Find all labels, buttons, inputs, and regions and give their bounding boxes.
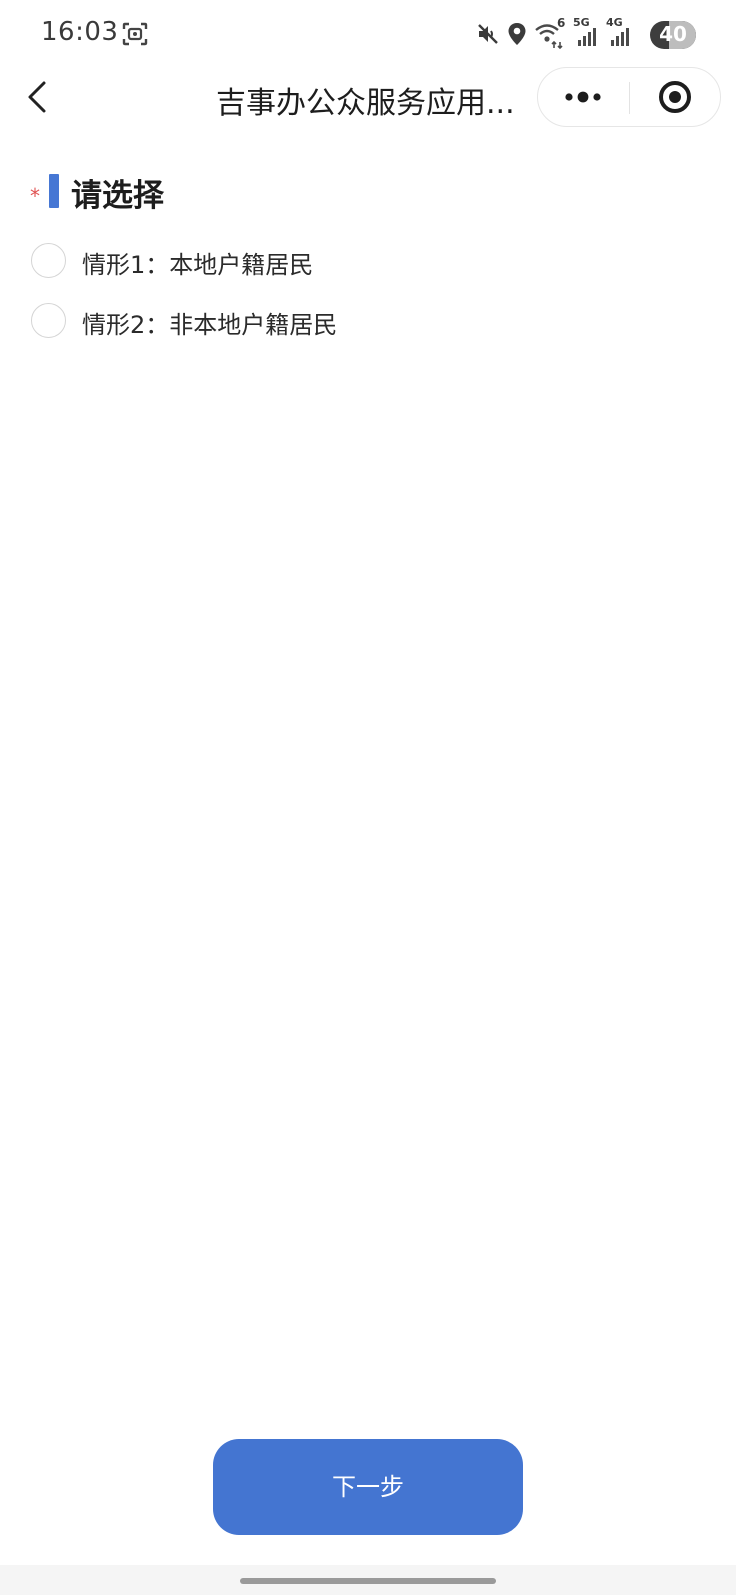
status-bar: 16:03 6 5G 4G 40 bbox=[0, 0, 736, 68]
wifi-icon: 6 bbox=[535, 16, 569, 54]
home-indicator[interactable] bbox=[240, 1578, 496, 1584]
wifi-label: 6 bbox=[557, 16, 566, 30]
accent-bar bbox=[49, 174, 59, 208]
close-mini-program-button[interactable] bbox=[630, 68, 721, 126]
nav-bar: 吉事办公众服务应用... bbox=[0, 64, 736, 130]
status-time: 16:03 bbox=[41, 17, 119, 47]
mute-icon bbox=[476, 22, 500, 50]
battery-icon: 40 bbox=[650, 21, 696, 49]
more-dots-icon bbox=[565, 91, 601, 103]
radio-option-label: 情形1：本地户籍居民 bbox=[82, 251, 314, 279]
radio-option-label: 情形2：非本地户籍居民 bbox=[82, 311, 338, 339]
gesture-bar-area bbox=[0, 1565, 736, 1595]
radio-button[interactable] bbox=[31, 243, 66, 278]
screenshot-icon bbox=[122, 22, 148, 50]
chevron-left-icon bbox=[28, 81, 46, 113]
radio-option-nonlocal-resident[interactable]: 情形2：非本地户籍居民 bbox=[31, 303, 531, 339]
radio-option-local-resident[interactable]: 情形1：本地户籍居民 bbox=[31, 243, 531, 279]
status-right-group: 6 5G 4G 40 bbox=[476, 16, 696, 50]
back-button[interactable] bbox=[22, 78, 58, 116]
battery-level: 40 bbox=[659, 22, 687, 46]
next-step-button[interactable]: 下一步 bbox=[213, 1439, 523, 1535]
radio-button[interactable] bbox=[31, 303, 66, 338]
more-button[interactable] bbox=[538, 68, 629, 126]
close-target-icon bbox=[659, 81, 691, 113]
page-title: 吉事办公众服务应用... bbox=[216, 86, 515, 121]
required-mark: * bbox=[30, 184, 40, 208]
location-icon bbox=[507, 22, 527, 50]
section-title: 请选择 bbox=[71, 178, 164, 214]
mini-program-capsule bbox=[537, 67, 721, 127]
